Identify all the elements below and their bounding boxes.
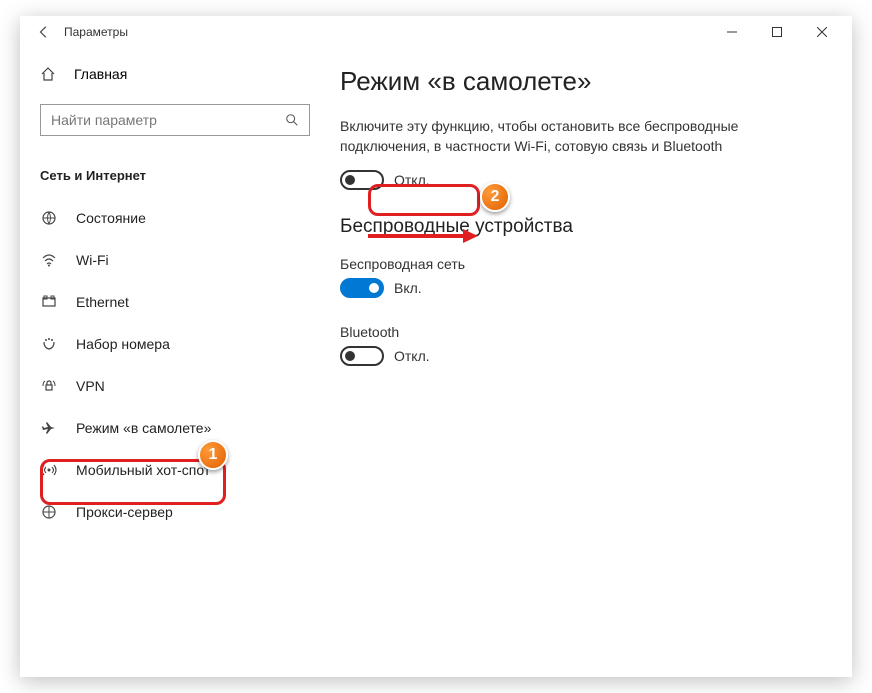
window-title: Параметры: [64, 25, 128, 39]
hotspot-icon: [40, 461, 58, 479]
body: Главная Найти параметр Сеть и Интернет С…: [20, 48, 852, 677]
search-icon: [285, 113, 299, 127]
titlebar: Параметры: [20, 16, 852, 48]
search-input[interactable]: Найти параметр: [40, 104, 310, 136]
minimize-button[interactable]: [709, 16, 754, 48]
nav-label: Состояние: [76, 210, 146, 226]
vpn-icon: [40, 377, 58, 395]
wireless-net-toggle-label: Вкл.: [394, 280, 422, 296]
bluetooth-toggle-row: Откл.: [340, 346, 842, 366]
bluetooth-block: Bluetooth Откл.: [340, 324, 842, 366]
sidebar: Главная Найти параметр Сеть и Интернет С…: [20, 48, 330, 677]
nav-label: Ethernet: [76, 294, 129, 310]
wireless-net-block: Беспроводная сеть Вкл.: [340, 256, 842, 298]
wireless-net-label: Беспроводная сеть: [340, 256, 842, 272]
wifi-icon: [40, 251, 58, 269]
nav-item-ethernet[interactable]: Ethernet: [20, 281, 330, 323]
nav-label: Набор номера: [76, 336, 170, 352]
bluetooth-label: Bluetooth: [340, 324, 842, 340]
close-button[interactable]: [799, 16, 844, 48]
back-button[interactable]: [28, 16, 60, 48]
airplane-toggle[interactable]: [340, 170, 384, 190]
wireless-section-title: Беспроводные устройства: [340, 216, 842, 238]
airplane-toggle-label: Откл.: [394, 172, 430, 188]
status-icon: [40, 209, 58, 227]
airplane-description: Включите эту функцию, чтобы остановить в…: [340, 117, 760, 156]
wireless-net-toggle[interactable]: [340, 278, 384, 298]
category-label: Сеть и Интернет: [20, 160, 330, 197]
maximize-button[interactable]: [754, 16, 799, 48]
bluetooth-toggle-label: Откл.: [394, 348, 430, 364]
bluetooth-toggle[interactable]: [340, 346, 384, 366]
nav-item-dialup[interactable]: Набор номера: [20, 323, 330, 365]
page-title: Режим «в самолете»: [340, 66, 842, 97]
nav-label: VPN: [76, 378, 105, 394]
nav-label: Wi-Fi: [76, 252, 109, 268]
airplane-toggle-row: Откл.: [340, 170, 842, 190]
dialup-icon: [40, 335, 58, 353]
nav-item-hotspot[interactable]: Мобильный хот-спот: [20, 449, 330, 491]
airplane-icon: [40, 419, 58, 437]
proxy-icon: [40, 503, 58, 521]
nav-item-vpn[interactable]: VPN: [20, 365, 330, 407]
nav-item-status[interactable]: Состояние: [20, 197, 330, 239]
home-icon: [40, 66, 56, 82]
wireless-net-toggle-row: Вкл.: [340, 278, 842, 298]
search-placeholder: Найти параметр: [51, 112, 285, 128]
nav-label: Прокси-сервер: [76, 504, 173, 520]
nav-label: Режим «в самолете»: [76, 420, 211, 436]
home-label: Главная: [74, 66, 127, 82]
nav-item-airplane[interactable]: Режим «в самолете»: [20, 407, 330, 449]
nav-item-wifi[interactable]: Wi-Fi: [20, 239, 330, 281]
main-content: Режим «в самолете» Включите эту функцию,…: [330, 48, 852, 677]
window-controls: [709, 16, 844, 48]
settings-window: Параметры Главная Найти параметр: [20, 16, 852, 677]
ethernet-icon: [40, 293, 58, 311]
home-link[interactable]: Главная: [20, 58, 330, 90]
nav-item-proxy[interactable]: Прокси-сервер: [20, 491, 330, 533]
nav-label: Мобильный хот-спот: [76, 462, 210, 478]
